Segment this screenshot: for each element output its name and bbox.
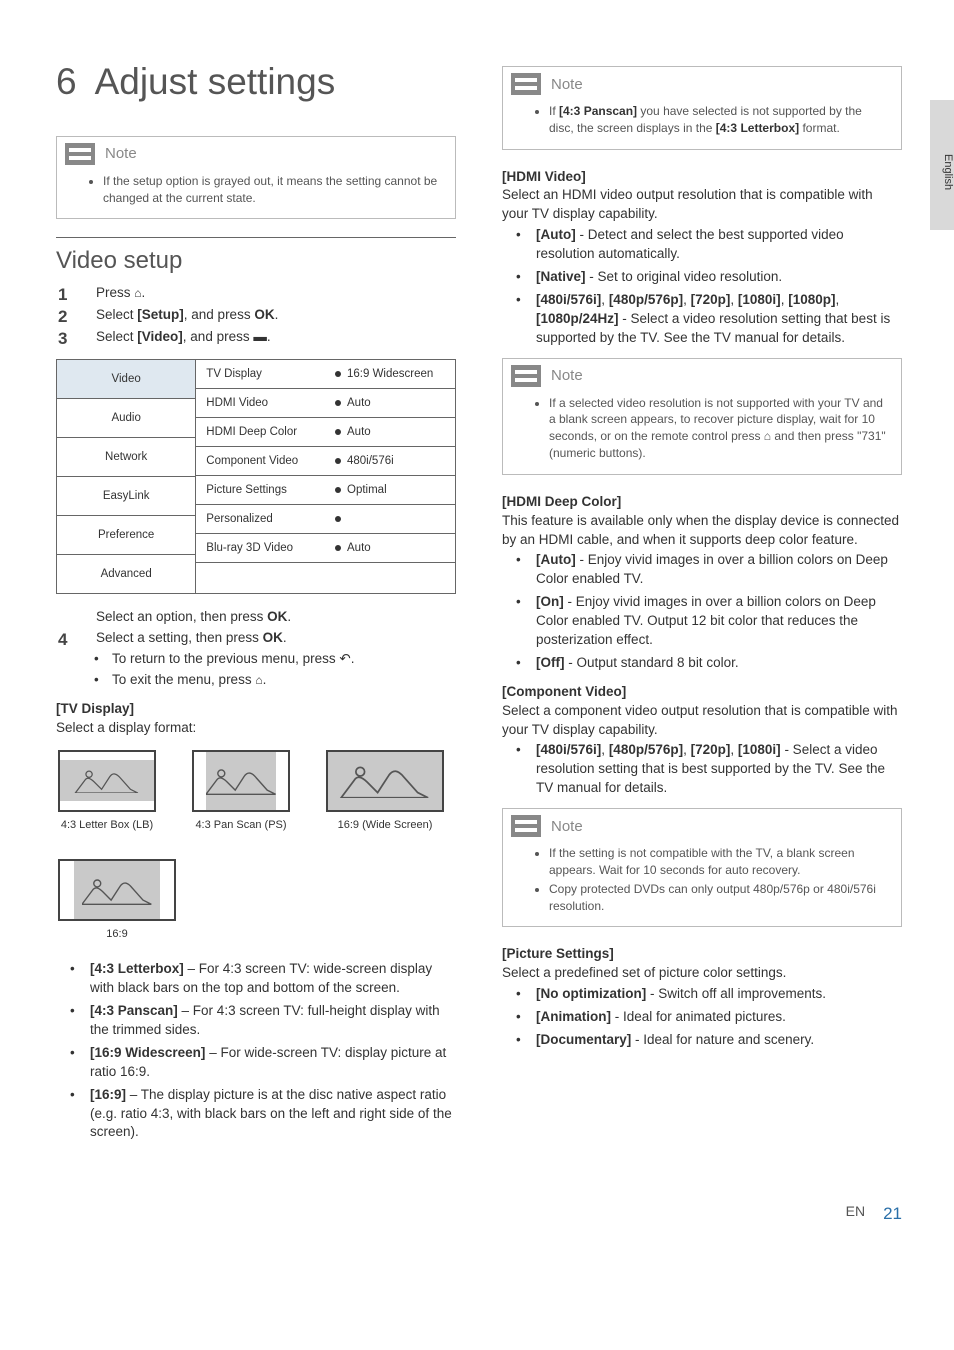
list-item: [On] - Enjoy vivid images in over a bill… [502, 593, 902, 650]
hdmi-deep-list: [Auto] - Enjoy vivid images in over a bi… [502, 551, 902, 672]
menu-item: Network [57, 437, 195, 476]
thumb-widescreen: 16:9 (Wide Screen) [326, 750, 444, 833]
note-box-1: Note If the setup option is grayed out, … [56, 136, 456, 220]
list-item: [Auto] - Enjoy vivid images in over a bi… [502, 551, 902, 589]
note-label: Note [551, 365, 583, 386]
tv-display-text: Select a display format: [56, 719, 456, 738]
menu-item: Preference [57, 515, 195, 554]
note-label: Note [105, 143, 137, 164]
list-item: [4:3 Letterbox] – For 4:3 screen TV: wid… [56, 960, 456, 998]
hdmi-video-text: Select an HDMI video output resolution t… [502, 186, 902, 224]
step-2: Select [Setup], and press OK. [56, 306, 456, 325]
display-format-list: [4:3 Letterbox] – For 4:3 screen TV: wid… [56, 960, 456, 1142]
chapter-number: 6 [56, 61, 77, 102]
menu-options: TV Display16:9 Widescreen HDMI VideoAuto… [196, 360, 455, 594]
divider [56, 237, 456, 238]
list-item: [Native] - Set to original video resolut… [502, 268, 902, 287]
list-item: [Off] - Output standard 8 bit color. [502, 654, 902, 673]
post-step-text: Select an option, then press OK. [56, 608, 456, 627]
list-item: [Auto] - Detect and select the best supp… [502, 226, 902, 264]
list-item: [16:9 Widescreen] – For wide-screen TV: … [56, 1044, 456, 1082]
left-column: 6 Adjust settings Note If the setup optio… [56, 56, 456, 1152]
note-text: If the setting is not compatible with th… [549, 845, 889, 879]
hdmi-deep-heading: [HDMI Deep Color] [502, 493, 902, 512]
hdmi-video-list: [Auto] - Detect and select the best supp… [502, 226, 902, 347]
step-3: Select [Video], and press ▬. [56, 328, 456, 347]
step-1: Press ⌂. [56, 284, 456, 303]
picture-settings-text: Select a predefined set of picture color… [502, 964, 902, 983]
picture-settings-heading: [Picture Settings] [502, 945, 902, 964]
substep: To exit the menu, press ⌂. [56, 671, 456, 690]
tv-display-heading: [TV Display] [56, 700, 456, 719]
home-icon: ⌂ [764, 429, 771, 443]
page-content: 6 Adjust settings Note If the setup optio… [0, 0, 954, 1266]
list-item: [Documentary] - Ideal for nature and sce… [502, 1031, 902, 1050]
note-box-2: Note If [4:3 Panscan] you have selected … [502, 66, 902, 150]
page-footer: EN 21 [56, 1202, 902, 1226]
note-label: Note [551, 74, 583, 95]
component-video-heading: [Component Video] [502, 683, 902, 702]
picture-settings-list: [No optimization] - Switch off all impro… [502, 985, 902, 1050]
hdmi-deep-text: This feature is available only when the … [502, 512, 902, 550]
note-box-4: Note If the setting is not compatible wi… [502, 808, 902, 927]
hdmi-video-heading: [HDMI Video] [502, 168, 902, 187]
note-box-3: Note If a selected video resolution is n… [502, 358, 902, 475]
right-icon: ▬ [253, 329, 267, 344]
thumb-169: 16:9 [58, 859, 176, 942]
list-item: [Animation] - Ideal for animated picture… [502, 1008, 902, 1027]
back-icon: ↶ [339, 651, 350, 666]
menu-item: EasyLink [57, 476, 195, 515]
thumb-panscan: 4:3 Pan Scan (PS) [192, 750, 290, 833]
note-icon [65, 143, 95, 165]
menu-categories: Video Audio Network EasyLink Preference … [57, 360, 196, 594]
list-item: [480i/576i], [480p/576p], [720p], [1080i… [502, 741, 902, 798]
list-item: [4:3 Panscan] – For 4:3 screen TV: full-… [56, 1002, 456, 1040]
list-item: [No optimization] - Switch off all impro… [502, 985, 902, 1004]
home-icon: ⌂ [134, 286, 141, 300]
display-format-thumbnails: 4:3 Letter Box (LB) 4:3 Pan Scan (PS) 16… [58, 750, 456, 943]
note-icon [511, 815, 541, 837]
footer-page-number: 21 [883, 1202, 902, 1226]
note-text: If the setup option is grayed out, it me… [103, 173, 443, 207]
video-setup-heading: Video setup [56, 244, 456, 278]
right-column: Note If [4:3 Panscan] you have selected … [502, 56, 902, 1152]
list-item: [16:9] – The display picture is at the d… [56, 1086, 456, 1143]
thumb-letterbox: 4:3 Letter Box (LB) [58, 750, 156, 833]
menu-item: Video [57, 360, 195, 398]
step-4: Select a setting, then press OK. To retu… [56, 629, 456, 690]
component-video-list: [480i/576i], [480p/576p], [720p], [1080i… [502, 741, 902, 798]
note-text: Copy protected DVDs can only output 480p… [549, 881, 889, 915]
note-text: If a selected video resolution is not su… [549, 395, 889, 462]
chapter-title: Adjust settings [95, 61, 336, 102]
settings-menu: Video Audio Network EasyLink Preference … [56, 359, 456, 595]
setup-steps: Press ⌂. Select [Setup], and press OK. S… [56, 284, 456, 347]
menu-item: Audio [57, 398, 195, 437]
note-icon [511, 365, 541, 387]
list-item: [480i/576i], [480p/576p], [720p], [1080i… [502, 291, 902, 348]
setup-steps-cont: Select a setting, then press OK. To retu… [56, 629, 456, 690]
note-icon [511, 73, 541, 95]
footer-language: EN [846, 1202, 865, 1226]
chapter-heading: 6 Adjust settings [56, 56, 456, 108]
component-video-text: Select a component video output resoluti… [502, 702, 902, 740]
substep: To return to the previous menu, press ↶. [56, 650, 456, 669]
note-text: If [4:3 Panscan] you have selected is no… [549, 103, 889, 137]
home-icon: ⌂ [255, 673, 262, 687]
menu-item: Advanced [57, 554, 195, 593]
note-label: Note [551, 816, 583, 837]
